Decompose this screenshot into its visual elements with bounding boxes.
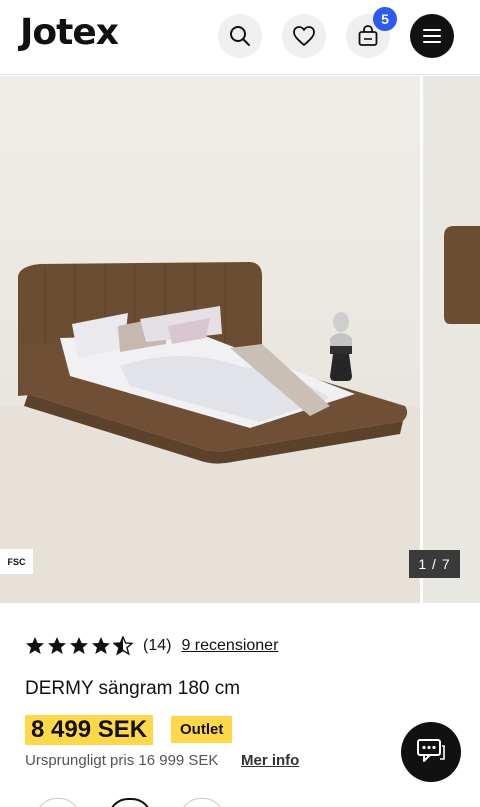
fsc-badge: FSC bbox=[0, 549, 33, 574]
heart-icon bbox=[293, 26, 315, 46]
star-icon bbox=[48, 637, 66, 654]
hamburger-menu-icon bbox=[423, 29, 441, 43]
image-counter: 1 / 7 bbox=[409, 550, 460, 578]
reviews-link[interactable]: 9 recensioner bbox=[181, 637, 278, 655]
search-button[interactable] bbox=[218, 14, 262, 58]
variant-option[interactable] bbox=[36, 798, 80, 807]
product-image-gallery[interactable]: FSC 1 / 7 bbox=[0, 76, 480, 603]
star-icon bbox=[92, 637, 110, 654]
chat-button[interactable] bbox=[401, 722, 461, 782]
logo[interactable]: Jotex bbox=[20, 12, 119, 53]
cart-count-badge: 5 bbox=[373, 7, 397, 31]
variant-option-selected[interactable] bbox=[108, 798, 152, 807]
favorites-button[interactable] bbox=[282, 14, 326, 58]
product-title: DERMY sängram 180 cm bbox=[25, 678, 241, 699]
rating-stars bbox=[25, 636, 133, 656]
product-rating: (14) 9 recensioner bbox=[25, 634, 278, 658]
product-price: 8 499 SEK bbox=[25, 715, 154, 745]
chat-bubble-icon bbox=[417, 739, 445, 762]
star-icon bbox=[26, 637, 44, 654]
next-product-image-preview[interactable] bbox=[420, 76, 480, 603]
search-icon bbox=[230, 26, 250, 46]
outlet-tag: Outlet bbox=[171, 716, 233, 743]
more-info-link[interactable]: Mer info bbox=[241, 752, 299, 769]
review-count: (14) bbox=[143, 637, 172, 654]
product-image[interactable] bbox=[0, 76, 420, 603]
site-header: Jotex 5 bbox=[0, 0, 480, 75]
variant-option[interactable] bbox=[180, 798, 224, 807]
star-icon bbox=[70, 637, 88, 654]
menu-button[interactable] bbox=[410, 14, 454, 58]
original-price: Ursprungligt pris 16 999 SEK bbox=[25, 752, 219, 769]
half-star-icon bbox=[113, 636, 133, 656]
